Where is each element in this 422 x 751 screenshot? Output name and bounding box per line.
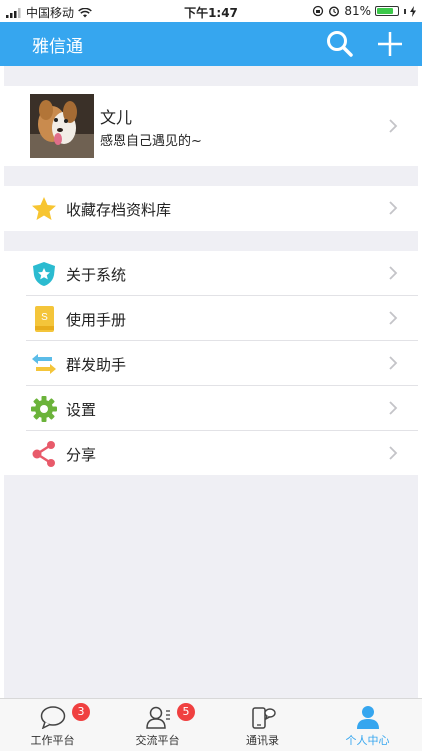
person-icon xyxy=(357,706,379,729)
menu-item-label: 收藏存档资料库 xyxy=(66,201,172,219)
app-title: 雅信通 xyxy=(32,37,83,57)
tab-label: 通讯录 xyxy=(246,734,279,747)
chevron-right-icon xyxy=(389,201,398,215)
battery-cap xyxy=(404,8,406,14)
chat-bubble-icon xyxy=(40,706,66,729)
tab-label: 交流平台 xyxy=(135,734,180,747)
charging-icon xyxy=(410,5,416,17)
status-right: 81% xyxy=(312,4,416,18)
menu-item-favorites[interactable]: 收藏存档资料库 xyxy=(4,186,418,231)
gear-icon xyxy=(31,396,57,422)
tab-label: 个人中心 xyxy=(345,734,390,747)
menu-item-label: 使用手册 xyxy=(66,311,127,329)
search-icon[interactable] xyxy=(324,28,356,60)
svg-text:S: S xyxy=(41,312,48,323)
tab-badge: 3 xyxy=(72,703,90,721)
chevron-right-icon xyxy=(389,266,398,280)
share-icon xyxy=(32,441,55,467)
menu-item-user-manual[interactable]: S 使用手册 xyxy=(4,296,418,341)
menu-item-about-system[interactable]: 关于系统 xyxy=(4,251,418,296)
chevron-right-icon xyxy=(389,401,398,415)
navigation-bar: 雅信通 xyxy=(0,22,422,66)
tab-personal-center[interactable]: 个人中心 xyxy=(315,699,420,751)
tab-work-platform[interactable]: 3 工作平台 xyxy=(0,699,105,751)
tab-bar: 3 工作平台 5 交流平台 通讯录 个人中心 xyxy=(0,698,422,751)
menu-item-share[interactable]: 分享 xyxy=(4,431,418,476)
manual-book-icon: S xyxy=(35,306,54,332)
menu-item-label: 分享 xyxy=(66,446,97,464)
avatar-dog-image xyxy=(30,94,94,158)
menu-item-label: 设置 xyxy=(66,401,97,419)
chevron-right-icon xyxy=(389,446,398,460)
tab-communication-platform[interactable]: 5 交流平台 xyxy=(105,699,210,751)
phone-chat-icon xyxy=(252,707,276,729)
menu-item-label: 群发助手 xyxy=(66,356,127,374)
battery-percent: 81% xyxy=(344,4,371,18)
menu-item-broadcast[interactable]: 群发助手 xyxy=(4,341,418,386)
broadcast-arrows-icon xyxy=(32,354,56,374)
orientation-lock-icon xyxy=(313,5,324,17)
shield-icon xyxy=(33,262,55,286)
chevron-right-icon xyxy=(389,311,398,325)
tab-label: 工作平台 xyxy=(30,734,75,747)
profile-signature: 感恩自己遇见的~ xyxy=(100,134,202,149)
tab-contacts[interactable]: 通讯录 xyxy=(210,699,315,751)
menu-list: 关于系统 S 使用手册 群发助手 设置 分享 xyxy=(4,251,418,475)
battery-level xyxy=(377,8,394,14)
profile-content: 文儿 感恩自己遇见的~ 收藏存档资料库 关于系统 S 使用手册 群发助手 设置 … xyxy=(4,66,418,698)
profile-card[interactable]: 文儿 感恩自己遇见的~ xyxy=(4,86,418,166)
menu-item-settings[interactable]: 设置 xyxy=(4,386,418,431)
contacts-icon xyxy=(146,706,170,729)
battery-icon xyxy=(375,6,399,16)
status-bar: 中国移动 下午1:47 81% xyxy=(0,0,422,22)
chevron-right-icon xyxy=(389,119,398,133)
tab-badge: 5 xyxy=(177,703,195,721)
profile-name: 文儿 xyxy=(100,108,133,127)
favorites-section: 收藏存档资料库 xyxy=(4,186,418,231)
menu-item-label: 关于系统 xyxy=(66,266,127,284)
add-icon[interactable] xyxy=(374,28,406,60)
chevron-right-icon xyxy=(389,356,398,370)
star-icon xyxy=(32,197,56,220)
avatar[interactable] xyxy=(30,94,94,158)
alarm-icon xyxy=(329,6,340,17)
